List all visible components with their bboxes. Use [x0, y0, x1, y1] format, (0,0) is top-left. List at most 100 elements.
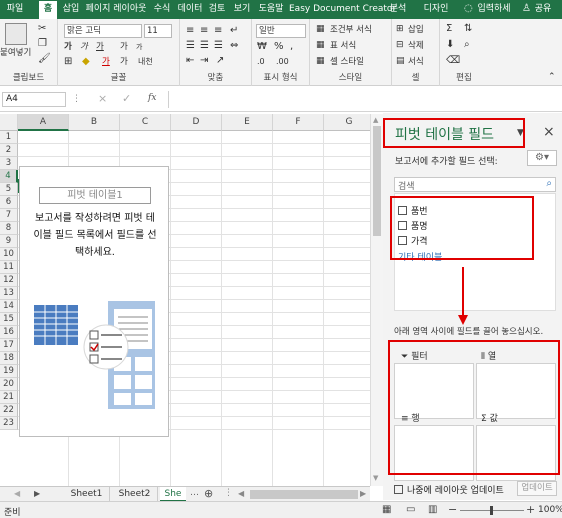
font-color-button[interactable]: 가	[102, 56, 110, 68]
tab-analyze[interactable]: 분석	[387, 0, 409, 19]
column-header[interactable]: E	[222, 114, 273, 131]
row-header[interactable]: 15	[0, 313, 18, 326]
tab-formulas[interactable]: 수식	[151, 0, 173, 19]
align-middle-icon[interactable]: ≡	[200, 25, 208, 37]
more-sheets-icon[interactable]: …	[190, 488, 199, 498]
vertical-scrollbar[interactable]: ▲ ▼	[370, 114, 383, 486]
column-header[interactable]: F	[273, 114, 324, 131]
cut-icon[interactable]: ✂	[38, 23, 46, 35]
hscroll-right-icon[interactable]: ▶	[360, 489, 366, 498]
column-header[interactable]: C	[120, 114, 171, 131]
align-right-icon[interactable]: ☰	[214, 40, 223, 52]
row-header[interactable]: 8	[0, 222, 18, 235]
zoom-out-icon[interactable]: −	[448, 503, 457, 516]
row-header[interactable]: 2	[0, 144, 18, 157]
select-all-corner[interactable]	[0, 114, 18, 131]
align-left-icon[interactable]: ☰	[186, 40, 195, 52]
defer-update-option[interactable]: 나중에 레이아웃 업데이트	[394, 483, 504, 496]
row-header[interactable]: 22	[0, 404, 18, 417]
format-cells-button[interactable]: 서식	[408, 56, 424, 68]
sort-filter-icon[interactable]: ⇅	[464, 23, 472, 35]
column-header[interactable]: A	[18, 114, 69, 131]
column-header[interactable]: G	[324, 114, 370, 131]
formula-input[interactable]	[168, 91, 560, 108]
row-header[interactable]: 5	[0, 183, 18, 196]
column-header[interactable]: B	[69, 114, 120, 131]
confirm-entry-icon[interactable]: ✓	[122, 92, 131, 105]
tab-insert[interactable]: 삽입	[60, 0, 82, 19]
row-header[interactable]: 11	[0, 261, 18, 274]
pivot-table-placeholder[interactable]: 피벗 테이블1 보고서를 작성하려면 피벗 테 이블 필드 목록에서 필드를 선…	[19, 166, 169, 437]
increase-decimal-icon[interactable]: .0	[257, 56, 265, 68]
percent-icon[interactable]: %	[274, 41, 284, 53]
align-center-icon[interactable]: ☰	[200, 40, 209, 52]
row-header[interactable]: 14	[0, 300, 18, 313]
zoom-level[interactable]: 100%	[538, 505, 562, 515]
decrease-decimal-icon[interactable]: .00	[276, 56, 289, 68]
row-header[interactable]: 7	[0, 209, 18, 222]
update-button[interactable]: 업데이트	[517, 481, 557, 496]
sheet-tab-sheet2[interactable]: Sheet2	[112, 487, 158, 502]
column-header[interactable]: D	[171, 114, 222, 131]
share-button[interactable]: 공유	[533, 0, 553, 19]
tab-view[interactable]: 보기	[231, 0, 253, 19]
row-header[interactable]: 4	[0, 170, 18, 183]
fill-icon[interactable]: ⬇	[446, 39, 454, 51]
row-header[interactable]: 1	[0, 131, 18, 144]
new-sheet-icon[interactable]: ⊕	[204, 487, 213, 500]
decrease-indent-icon[interactable]: ⇤	[186, 55, 194, 67]
tab-design[interactable]: 디자인	[421, 0, 451, 19]
align-top-icon[interactable]: ≡	[186, 25, 194, 37]
currency-icon[interactable]: ₩	[257, 41, 267, 53]
phonetic-button[interactable]: 내천	[138, 56, 153, 68]
row-header[interactable]: 6	[0, 196, 18, 209]
orientation-icon[interactable]: ↗	[216, 55, 224, 67]
row-header[interactable]: 19	[0, 365, 18, 378]
row-header[interactable]: 17	[0, 339, 18, 352]
align-bottom-icon[interactable]: ≡	[214, 25, 222, 37]
field-search-box[interactable]: 검색 ⌕	[394, 177, 556, 192]
row-header[interactable]: 13	[0, 287, 18, 300]
paste-button[interactable]: 붙여넣기	[0, 47, 31, 59]
autosum-icon[interactable]: Σ	[446, 23, 452, 35]
shrink-font-button[interactable]: 가	[136, 41, 142, 53]
format-as-table-button[interactable]: 표 서식	[330, 40, 356, 52]
name-box[interactable]: A4	[2, 92, 66, 107]
row-header[interactable]: 10	[0, 248, 18, 261]
font-name-dropdown[interactable]: 맑은 고딕	[64, 24, 142, 38]
vscroll-thumb[interactable]	[373, 126, 381, 236]
clear-icon[interactable]: ⌫	[446, 55, 460, 67]
collapse-ribbon-icon[interactable]: ⌃	[548, 71, 556, 83]
scroll-right-icon[interactable]: ▶	[34, 489, 40, 498]
tab-easy-document-creator[interactable]: Easy Document Creator	[289, 0, 396, 19]
zoom-in-icon[interactable]: +	[526, 503, 535, 516]
fill-color-icon[interactable]: ◆	[82, 56, 90, 68]
cancel-entry-icon[interactable]: ×	[98, 92, 107, 105]
cell-styles-button[interactable]: 셀 스타일	[330, 56, 364, 68]
underline-button[interactable]: 가	[96, 41, 104, 53]
settings-gear-icon[interactable]: ⚙▾	[527, 150, 557, 166]
vscroll-up-icon[interactable]: ▲	[373, 116, 378, 124]
tab-splitter-icon[interactable]: ⋮	[224, 488, 233, 498]
format-painter-icon[interactable]: 🖌	[38, 53, 51, 65]
sheet-tab-sheet1[interactable]: Sheet1	[64, 487, 110, 502]
horizontal-scrollbar[interactable]	[250, 490, 358, 499]
insert-function-icon[interactable]: fx	[148, 93, 156, 103]
wrap-text-icon[interactable]: ↵	[230, 25, 238, 37]
bold-button[interactable]: 가	[64, 41, 72, 53]
scroll-left-icon[interactable]: ◀	[14, 489, 20, 498]
zoom-slider-thumb[interactable]	[490, 506, 493, 515]
merge-cells-icon[interactable]: ⇔	[230, 40, 238, 52]
close-panel-icon[interactable]: ×	[543, 124, 555, 140]
conditional-format-button[interactable]: 조건부 서식	[330, 24, 372, 36]
number-format-dropdown[interactable]: 일반	[256, 24, 306, 38]
tab-page-layout[interactable]: 페이지 레이아웃	[84, 0, 148, 19]
tab-home[interactable]: 홈	[39, 1, 57, 19]
tab-data[interactable]: 데이터	[176, 0, 204, 19]
row-header[interactable]: 18	[0, 352, 18, 365]
insert-cells-button[interactable]: 삽입	[408, 24, 424, 36]
row-header[interactable]: 20	[0, 378, 18, 391]
find-icon[interactable]: ⌕	[464, 39, 470, 51]
tab-help[interactable]: 도움말	[256, 0, 286, 19]
grow-font-button[interactable]: 가	[120, 41, 128, 53]
